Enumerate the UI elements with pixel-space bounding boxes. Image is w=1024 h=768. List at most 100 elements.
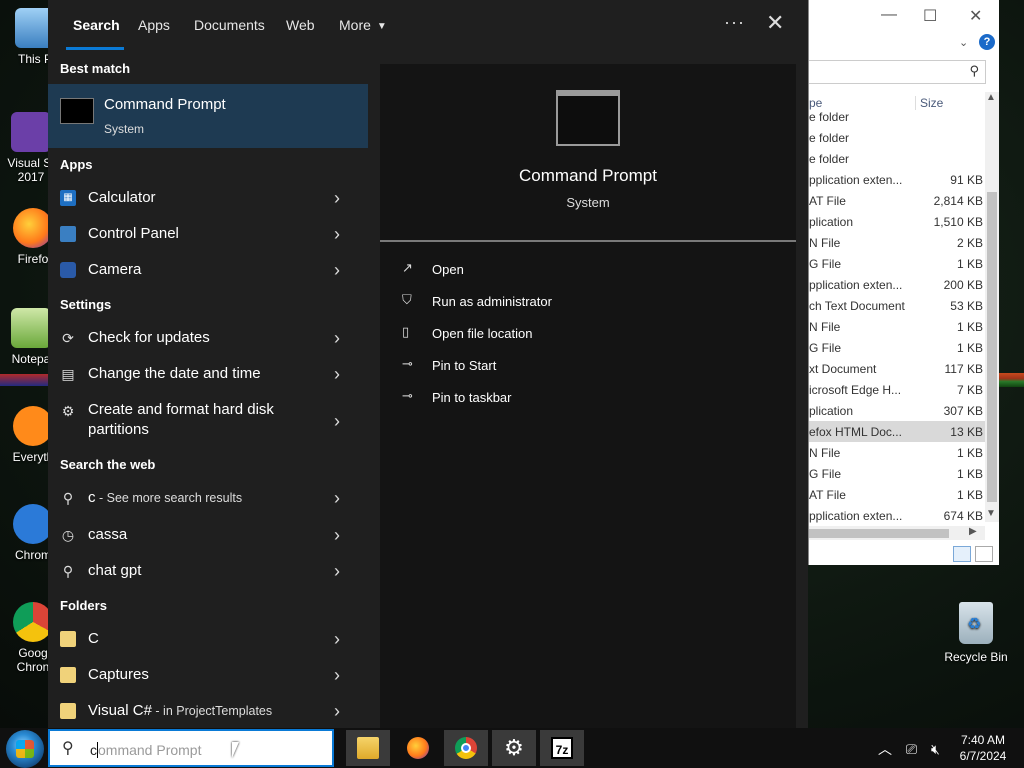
table-row[interactable]: ch Text Document 53 KB xyxy=(809,295,985,316)
chevron-right-icon[interactable]: › xyxy=(334,188,340,209)
taskbar-app-7zip[interactable]: 7z xyxy=(540,730,584,766)
taskbar-app-firefox[interactable] xyxy=(396,730,440,766)
shield-icon: ⛉ xyxy=(402,292,412,307)
chevron-right-icon[interactable]: › xyxy=(334,525,340,546)
calculator-icon: ▦ xyxy=(60,190,76,206)
file-type: plication xyxy=(809,404,854,418)
tab-documents[interactable]: Documents xyxy=(194,17,265,33)
chevron-right-icon[interactable]: › xyxy=(334,411,340,432)
table-row[interactable]: G File 1 KB xyxy=(809,463,985,484)
table-row[interactable]: e folder xyxy=(809,148,985,169)
help-icon[interactable]: ? xyxy=(979,34,995,50)
horizontal-scrollbar[interactable]: ▶ xyxy=(809,526,985,540)
network-icon[interactable]: ⎚ xyxy=(906,741,917,757)
visual-studio-icon xyxy=(11,112,51,152)
start-button[interactable] xyxy=(6,730,44,768)
result-item-folder-visual-csharp[interactable]: Visual C# - in ProjectTemplates › xyxy=(48,693,368,729)
chevron-right-icon[interactable]: › xyxy=(334,561,340,582)
table-row[interactable]: icrosoft Edge H... 7 KB xyxy=(809,379,985,400)
tab-search[interactable]: Search xyxy=(73,17,120,33)
result-item-web-cassa[interactable]: ◷ cassa › xyxy=(48,517,368,553)
speaker-muted-icon[interactable]: 🔇︎ xyxy=(931,741,940,757)
desktop-icon-recycle-bin[interactable]: Recycle Bin xyxy=(942,602,1010,664)
result-item-web-chat-gpt[interactable]: ⚲ chat gpt › xyxy=(48,553,368,589)
result-item-folder-c[interactable]: C › xyxy=(48,621,368,657)
table-row[interactable]: plication 1,510 KB xyxy=(809,211,985,232)
result-item-camera[interactable]: Camera › xyxy=(48,252,368,288)
action-pin-to-taskbar[interactable]: ⊸ Pin to taskbar xyxy=(402,384,782,412)
action-open-file-location[interactable]: ▯ Open file location xyxy=(402,320,782,348)
chevron-down-icon[interactable]: ⌄ xyxy=(959,36,968,49)
table-row[interactable]: pplication exten... 91 KB xyxy=(809,169,985,190)
result-item-calculator[interactable]: ▦ Calculator › xyxy=(48,180,368,216)
table-row[interactable]: pplication exten... 200 KB xyxy=(809,274,985,295)
chevron-right-icon[interactable]: › xyxy=(334,665,340,686)
action-pin-to-start[interactable]: ⊸ Pin to Start xyxy=(402,352,782,380)
taskbar-search-input[interactable]: ⚲ command Prompt xyxy=(48,729,334,767)
ellipsis-icon[interactable]: ··· xyxy=(724,12,745,33)
file-explorer-icon xyxy=(357,737,379,759)
scroll-up-icon[interactable]: ▲ xyxy=(986,92,996,103)
chevron-right-icon[interactable]: › xyxy=(334,260,340,281)
table-row[interactable]: e folder xyxy=(809,127,985,148)
minimize-icon[interactable]: — xyxy=(881,6,897,24)
table-row[interactable]: e folder xyxy=(809,106,985,127)
file-explorer-window[interactable]: — ☐ ✕ ⌄ ? ⚲ pe Size e folder e folder e fo… xyxy=(808,0,999,565)
file-location-icon: ▯ xyxy=(402,324,410,339)
best-match-item[interactable]: Command Prompt System xyxy=(48,84,368,148)
tab-web[interactable]: Web xyxy=(286,17,315,33)
chevron-right-icon[interactable]: › xyxy=(334,629,340,650)
file-type: G File xyxy=(809,341,842,355)
table-row[interactable]: xt Document 117 KB xyxy=(809,358,985,379)
tab-more[interactable]: More ▼ xyxy=(339,17,387,33)
action-run-as-admin[interactable]: ⛉ Run as administrator xyxy=(402,288,782,316)
action-open[interactable]: ↗ Open xyxy=(402,256,782,284)
taskbar-app-settings[interactable]: ⚙ xyxy=(492,730,536,766)
result-item-date-time[interactable]: ▤ Change the date and time › xyxy=(48,356,368,392)
scroll-down-icon[interactable]: ▼ xyxy=(986,508,996,519)
large-icons-view-icon[interactable] xyxy=(975,546,993,562)
file-type: AT File xyxy=(809,194,846,208)
result-item-folder-captures[interactable]: Captures › xyxy=(48,657,368,693)
table-row[interactable]: N File 2 KB xyxy=(809,232,985,253)
maximize-icon[interactable]: ☐ xyxy=(923,6,937,26)
chevron-right-icon[interactable]: › xyxy=(334,488,340,509)
taskbar-app-file-explorer[interactable] xyxy=(346,730,390,766)
chevron-up-icon[interactable]: ︿ xyxy=(878,741,892,757)
explorer-search-input[interactable]: ⚲ xyxy=(809,60,986,84)
table-row[interactable]: N File 1 KB xyxy=(809,442,985,463)
close-icon[interactable]: ✕ xyxy=(969,6,982,26)
folder-icon xyxy=(60,703,76,719)
chevron-right-icon[interactable]: › xyxy=(334,701,340,722)
details-view-icon[interactable] xyxy=(953,546,971,562)
result-item-disk-partitions[interactable]: ⚙ Create and format hard disk partitions… xyxy=(48,397,368,445)
result-item-control-panel[interactable]: Control Panel › xyxy=(48,216,368,252)
scroll-right-icon[interactable]: ▶ xyxy=(969,526,977,537)
table-row[interactable]: G File 1 KB xyxy=(809,253,985,274)
close-icon[interactable]: ✕ xyxy=(766,12,784,34)
table-row[interactable]: plication 307 KB xyxy=(809,400,985,421)
file-size: 1 KB xyxy=(956,488,983,502)
taskbar-app-chrome[interactable] xyxy=(444,730,488,766)
result-item-web-c[interactable]: ⚲ c - See more search results › xyxy=(48,480,368,516)
table-row[interactable]: N File 1 KB xyxy=(809,316,985,337)
table-row[interactable]: pplication exten... 674 KB xyxy=(809,505,985,526)
system-clock[interactable]: 7:40 AM 6/7/2024 xyxy=(950,732,1016,764)
table-row[interactable]: efox HTML Doc... 13 KB xyxy=(809,421,985,442)
tab-apps[interactable]: Apps xyxy=(138,17,170,33)
explorer-file-list: e folder e folder e folder pplication exten… xyxy=(809,106,985,526)
table-row[interactable]: G File 1 KB xyxy=(809,337,985,358)
chevron-right-icon[interactable]: › xyxy=(334,224,340,245)
scrollbar-thumb[interactable] xyxy=(987,192,997,502)
section-header-web: Search the web xyxy=(60,457,156,472)
table-row[interactable]: AT File 2,814 KB xyxy=(809,190,985,211)
file-type: e folder xyxy=(809,110,850,124)
table-row[interactable]: AT File 1 KB xyxy=(809,484,985,505)
scrollbar-thumb[interactable] xyxy=(809,529,949,538)
chevron-right-icon[interactable]: › xyxy=(334,364,340,385)
vertical-scrollbar[interactable]: ▲ ▼ xyxy=(985,92,999,522)
result-item-check-updates[interactable]: ⟳ Check for updates › xyxy=(48,320,368,356)
explorer-titlebar[interactable]: — ☐ ✕ xyxy=(809,0,999,30)
file-size: 13 KB xyxy=(950,425,983,439)
chevron-right-icon[interactable]: › xyxy=(334,328,340,349)
